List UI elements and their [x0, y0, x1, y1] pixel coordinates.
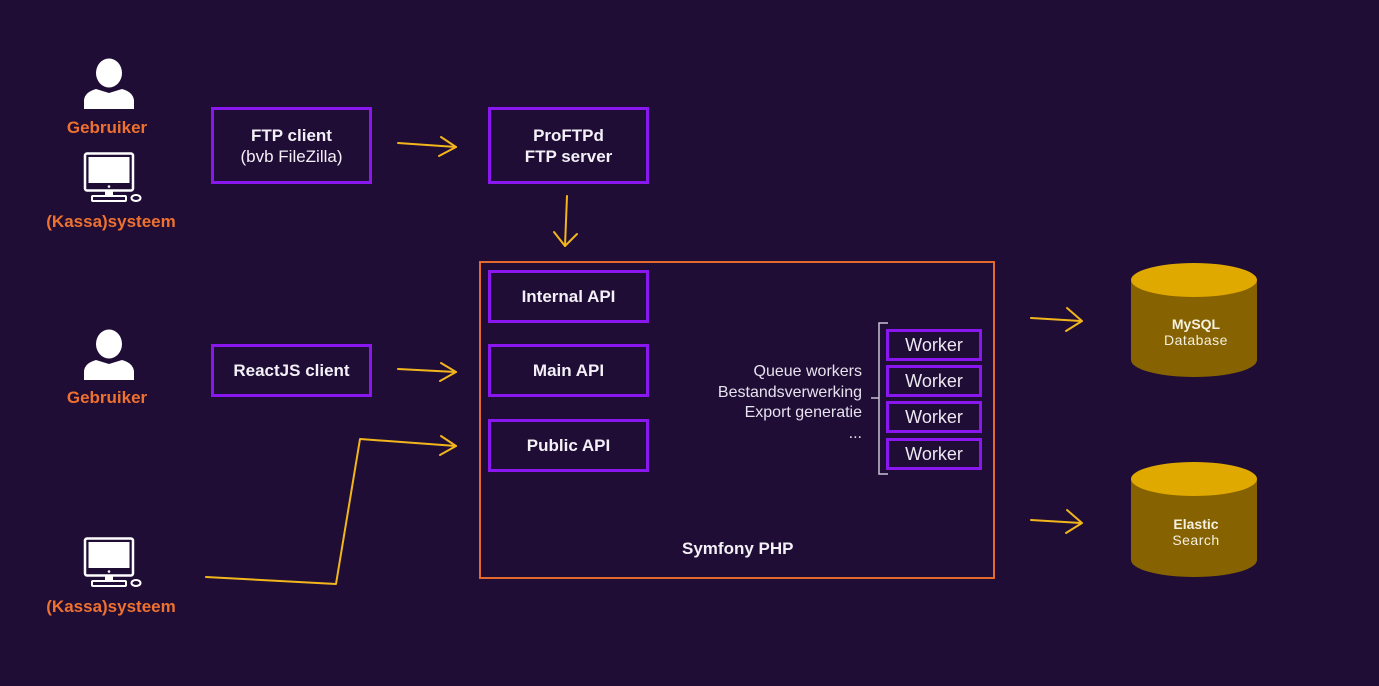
arrow-system-to-publicapi	[205, 435, 457, 585]
worker-bracket	[871, 322, 888, 475]
arrow-to-mysql	[1030, 307, 1083, 332]
db-subtitle: Database	[1164, 332, 1228, 348]
db-title: Elastic	[1173, 516, 1219, 532]
mysql-label: MySQL Database	[1132, 316, 1260, 348]
arrow-to-elastic	[1030, 509, 1083, 534]
db-subtitle: Search	[1172, 532, 1220, 548]
arrow-proftpd-to-symfony	[553, 195, 578, 247]
arrow-react-to-mainapi	[397, 362, 457, 382]
arrow-ftpclient-to-proftpd	[397, 136, 457, 157]
db-title: MySQL	[1171, 316, 1221, 332]
elastic-label: Elastic Search	[1132, 516, 1260, 548]
